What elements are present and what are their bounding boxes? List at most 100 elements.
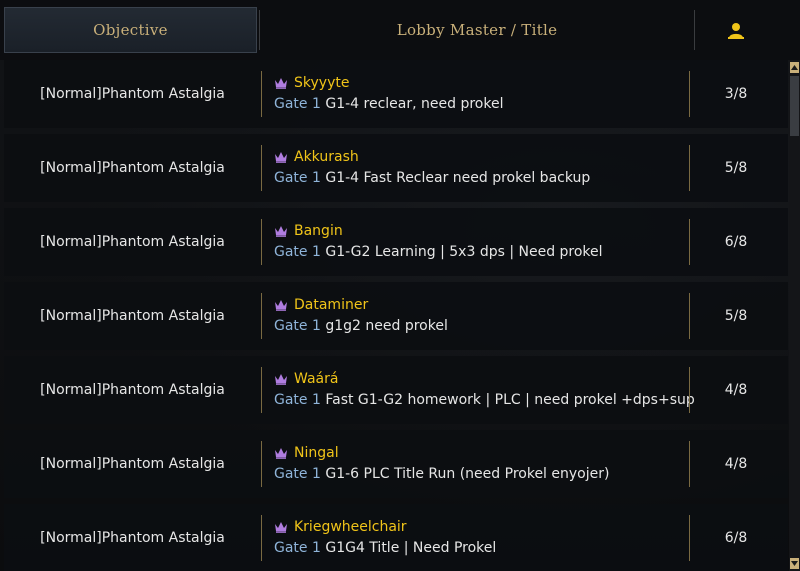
crown-icon	[275, 522, 287, 533]
crown-icon	[275, 226, 287, 237]
lobby-info: Bangin Gate 1 G1-G2 Learning | 5x3 dps |…	[274, 222, 684, 260]
lobby-list: [Normal]Phantom Astalgia Skyyyte Gate 1 …	[4, 60, 788, 571]
column-header-players[interactable]	[697, 7, 775, 53]
lobby-objective: [Normal]Phantom Astalgia	[40, 456, 225, 472]
scrollbar[interactable]	[789, 60, 800, 571]
lobby-title: Gate 1 g1g2 need prokel	[274, 318, 684, 334]
lobby-objective: [Normal]Phantom Astalgia	[40, 160, 225, 176]
lobby-objective: [Normal]Phantom Astalgia	[40, 308, 225, 324]
crown-icon	[275, 374, 287, 385]
lobby-browser: Objective Lobby Master / Title [Normal]P…	[0, 0, 800, 571]
lobby-master: Bangin	[274, 222, 684, 240]
lobby-info: Akkurash Gate 1 G1-4 Fast Reclear need p…	[274, 148, 684, 186]
scrollbar-thumb[interactable]	[790, 76, 799, 136]
column-divider	[689, 293, 690, 339]
lobby-master-name: Skyyyte	[294, 75, 350, 91]
lobby-title: Gate 1 G1G4 Title | Need Prokel	[274, 540, 684, 556]
arrow-up-icon	[791, 65, 798, 70]
arrow-down-icon	[791, 561, 798, 566]
lobby-info: Kriegwheelchair Gate 1 G1G4 Title | Need…	[274, 518, 684, 556]
gate-label: Gate 1	[274, 466, 321, 482]
player-count: 5/8	[724, 308, 748, 324]
lobby-row[interactable]: [Normal]Phantom Astalgia Skyyyte Gate 1 …	[4, 60, 788, 128]
lobby-title-text: g1g2 need prokel	[325, 318, 448, 334]
column-divider	[689, 71, 690, 117]
lobby-title: Gate 1 G1-G2 Learning | 5x3 dps | Need p…	[274, 244, 684, 260]
lobby-title-text: G1G4 Title | Need Prokel	[325, 540, 497, 556]
lobby-title: Gate 1 G1-4 Fast Reclear need prokel bac…	[274, 170, 684, 186]
column-header-lobby-master-label: Lobby Master / Title	[396, 21, 558, 39]
gate-label: Gate 1	[274, 318, 321, 334]
header-divider	[259, 10, 260, 50]
column-divider	[689, 441, 690, 487]
column-divider	[261, 293, 262, 339]
gate-label: Gate 1	[274, 392, 321, 408]
lobby-row[interactable]: [Normal]Phantom Astalgia Dataminer Gate …	[4, 282, 788, 350]
crown-icon	[275, 152, 287, 163]
lobby-master: Akkurash	[274, 148, 684, 166]
lobby-objective: [Normal]Phantom Astalgia	[40, 234, 225, 250]
gate-label: Gate 1	[274, 170, 321, 186]
scroll-down-button[interactable]	[790, 558, 799, 569]
scroll-up-button[interactable]	[790, 62, 799, 73]
gate-label: Gate 1	[274, 96, 321, 112]
header-divider	[694, 10, 695, 50]
lobby-master-name: Dataminer	[294, 297, 369, 313]
column-divider	[689, 145, 690, 191]
column-header-objective-label: Objective	[93, 21, 168, 39]
crown-icon	[275, 300, 287, 311]
column-divider	[689, 367, 690, 413]
lobby-objective: [Normal]Phantom Astalgia	[40, 382, 225, 398]
lobby-info: Skyyyte Gate 1 G1-4 reclear, need prokel	[274, 74, 684, 112]
lobby-master-name: Ningal	[294, 445, 339, 461]
column-divider	[689, 219, 690, 265]
player-count: 6/8	[724, 530, 748, 546]
player-count: 5/8	[724, 160, 748, 176]
lobby-master: Ningal	[274, 444, 684, 462]
lobby-row[interactable]: [Normal]Phantom Astalgia Kriegwheelchair…	[4, 504, 788, 571]
lobby-info: Waárá Gate 1 Fast G1-G2 homework | PLC |…	[274, 370, 695, 408]
lobby-row[interactable]: [Normal]Phantom Astalgia Waárá Gate 1 Fa…	[4, 356, 788, 424]
lobby-master-name: Akkurash	[294, 149, 359, 165]
lobby-title-text: Fast G1-G2 homework | PLC | need prokel …	[325, 392, 695, 408]
lobby-master-name: Kriegwheelchair	[294, 519, 407, 535]
gate-label: Gate 1	[274, 540, 321, 556]
lobby-row[interactable]: [Normal]Phantom Astalgia Akkurash Gate 1…	[4, 134, 788, 202]
player-count: 4/8	[724, 456, 748, 472]
crown-icon	[275, 78, 287, 89]
lobby-title-text: G1-4 Fast Reclear need prokel backup	[325, 170, 591, 186]
lobby-info: Ningal Gate 1 G1-6 PLC Title Run (need P…	[274, 444, 684, 482]
gate-label: Gate 1	[274, 244, 321, 260]
lobby-master-name: Waárá	[294, 371, 339, 387]
column-header-objective[interactable]: Objective	[4, 7, 257, 53]
lobby-row[interactable]: [Normal]Phantom Astalgia Ningal Gate 1 G…	[4, 430, 788, 498]
lobby-title-text: G1-6 PLC Title Run (need Prokel enyojer)	[325, 466, 610, 482]
lobby-title: Gate 1 G1-6 PLC Title Run (need Prokel e…	[274, 466, 684, 482]
player-count: 4/8	[724, 382, 748, 398]
lobby-row[interactable]: [Normal]Phantom Astalgia Bangin Gate 1 G…	[4, 208, 788, 276]
lobby-info: Dataminer Gate 1 g1g2 need prokel	[274, 296, 684, 334]
person-icon	[728, 23, 744, 39]
table-header: Objective Lobby Master / Title	[0, 0, 800, 60]
player-count: 3/8	[724, 86, 748, 102]
column-divider	[261, 515, 262, 561]
crown-icon	[275, 448, 287, 459]
lobby-title-text: G1-4 reclear, need prokel	[325, 96, 504, 112]
lobby-master: Skyyyte	[274, 74, 684, 92]
column-divider	[261, 71, 262, 117]
lobby-title: Gate 1 G1-4 reclear, need prokel	[274, 96, 684, 112]
lobby-objective: [Normal]Phantom Astalgia	[40, 86, 225, 102]
lobby-master-name: Bangin	[294, 223, 343, 239]
column-divider	[689, 515, 690, 561]
lobby-title-text: G1-G2 Learning | 5x3 dps | Need prokel	[325, 244, 603, 260]
column-header-lobby-master[interactable]: Lobby Master / Title	[262, 7, 692, 53]
lobby-master: Dataminer	[274, 296, 684, 314]
lobby-master: Waárá	[274, 370, 684, 388]
lobby-title: Gate 1 Fast G1-G2 homework | PLC | need …	[274, 392, 695, 408]
lobby-objective: [Normal]Phantom Astalgia	[40, 530, 225, 546]
column-divider	[261, 441, 262, 487]
column-divider	[261, 219, 262, 265]
player-count: 6/8	[724, 234, 748, 250]
column-divider	[261, 367, 262, 413]
lobby-master: Kriegwheelchair	[274, 518, 684, 536]
